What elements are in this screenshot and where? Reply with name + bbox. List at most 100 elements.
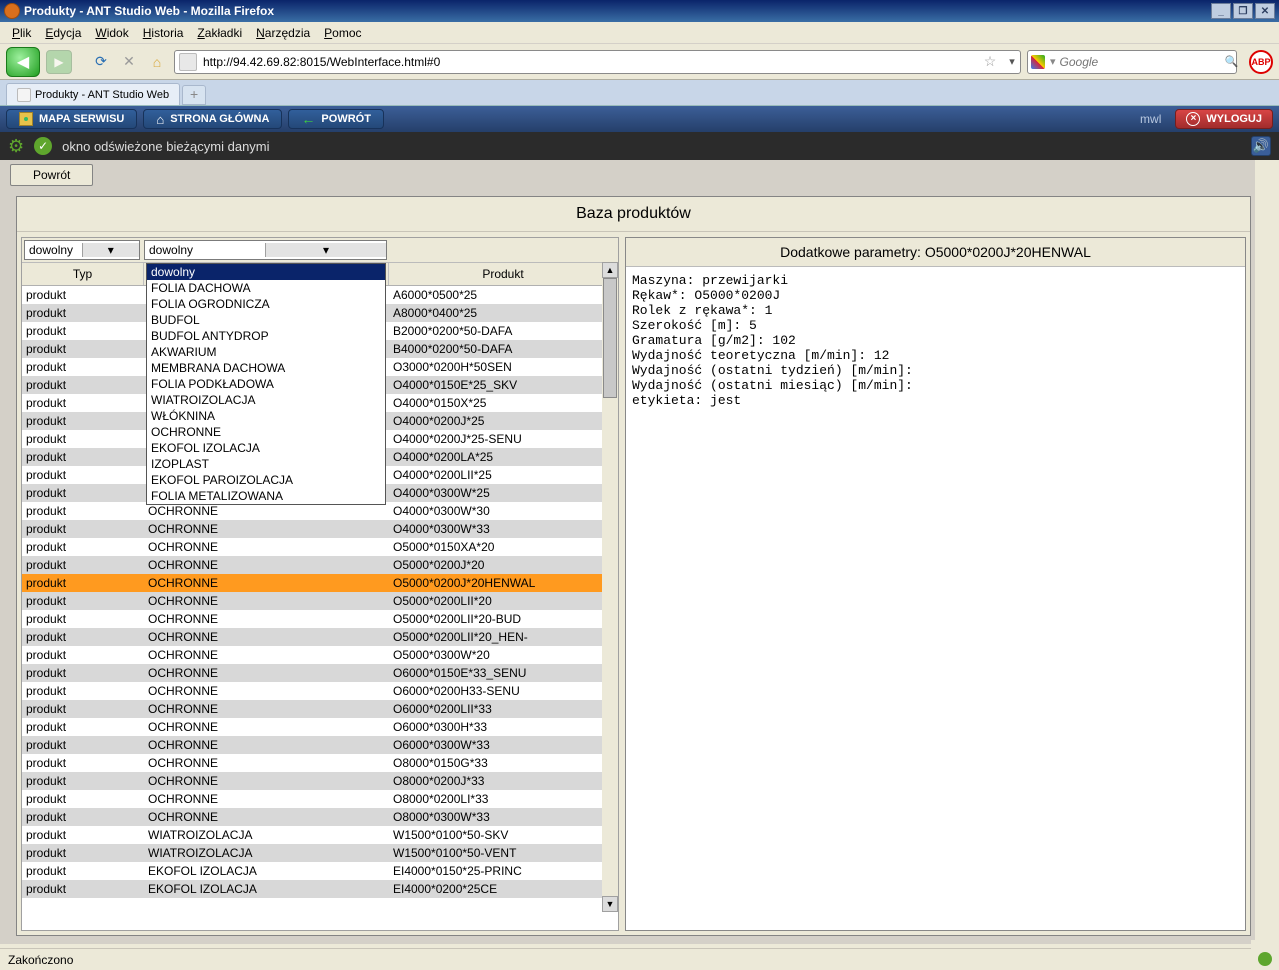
chevron-down-icon[interactable]: ▾ <box>265 243 386 257</box>
table-row[interactable]: produktOCHRONNEO6000*0300H*33 <box>22 718 618 736</box>
page-scrollbar[interactable] <box>1255 160 1279 940</box>
filter-typ-combo[interactable]: dowolny ▾ <box>24 240 140 260</box>
powrot-content-button[interactable]: Powrót <box>10 164 93 186</box>
scroll-down-icon[interactable]: ▼ <box>602 896 618 912</box>
table-row[interactable]: produktOCHRONNEO8000*0300W*33 <box>22 808 618 826</box>
close-button[interactable]: ✕ <box>1255 3 1275 19</box>
detail-line: Szerokość [m]: 5 <box>632 318 1239 333</box>
sitemap-icon <box>19 112 33 126</box>
detail-line: Maszyna: przewijarki <box>632 273 1239 288</box>
content-area: Powrót Baza produktów dowolny ▾ dowolny … <box>0 160 1255 940</box>
audio-icon[interactable]: 🔊 <box>1251 136 1271 156</box>
th-typ[interactable]: Typ <box>22 263 144 285</box>
dropdown-option[interactable]: OCHRONNE <box>147 424 385 440</box>
table-row[interactable]: produktEKOFOL IZOLACJAEI4000*0200*25CE <box>22 880 618 898</box>
powrot-button[interactable]: ← POWRÓT <box>288 109 384 129</box>
home-icon: ⌂ <box>156 112 164 127</box>
dropdown-option[interactable]: BUDFOL ANTYDROP <box>147 328 385 344</box>
dropdown-option[interactable]: EKOFOL IZOLACJA <box>147 440 385 456</box>
dropdown-option[interactable]: FOLIA METALIZOWANA <box>147 488 385 504</box>
adblock-icon[interactable]: ABP <box>1249 50 1273 74</box>
table-row[interactable]: produktOCHRONNEO5000*0200LII*20 <box>22 592 618 610</box>
details-body: Maszyna: przewijarkiRękaw*: O5000*0200JR… <box>626 267 1245 930</box>
table-row[interactable]: produktOCHRONNEO6000*0300W*33 <box>22 736 618 754</box>
search-dropdown-icon[interactable]: ▾ <box>1048 55 1058 68</box>
menu-historia[interactable]: Historia <box>137 24 190 42</box>
gear-icon[interactable]: ⚙ <box>8 136 24 157</box>
minimize-button[interactable]: _ <box>1211 3 1231 19</box>
strona-glowna-button[interactable]: ⌂ STRONA GŁÓWNA <box>143 109 282 129</box>
detail-line: Rękaw*: O5000*0200J <box>632 288 1239 303</box>
search-go-icon[interactable]: 🔍 <box>1219 55 1245 68</box>
address-bar[interactable]: ☆ ▾ <box>174 50 1021 74</box>
window-titlebar: Produkty - ANT Studio Web - Mozilla Fire… <box>0 0 1279 22</box>
back-button[interactable]: ◀ <box>6 47 40 77</box>
new-tab-button[interactable]: + <box>182 85 206 105</box>
mapa-serwisu-button[interactable]: MAPA SERWISU <box>6 109 137 129</box>
forward-button[interactable]: ▶ <box>46 50 72 74</box>
table-row[interactable]: produktOCHRONNEO8000*0200LI*33 <box>22 790 618 808</box>
logout-x-icon: × <box>1186 112 1200 126</box>
table-row[interactable]: produktOCHRONNEO6000*0150E*33_SENU <box>22 664 618 682</box>
bookmark-star-icon[interactable]: ☆ <box>976 53 1004 70</box>
table-row[interactable]: produktOCHRONNEO6000*0200H33-SENU <box>22 682 618 700</box>
status-strip: ⚙ ✓ okno odświeżone bieżącymi danymi 🔊 <box>0 132 1279 160</box>
stop-icon[interactable]: ✕ <box>118 51 140 73</box>
dropdown-option[interactable]: WŁÓKNINA <box>147 408 385 424</box>
tab-label: Produkty - ANT Studio Web <box>35 89 169 101</box>
home-icon[interactable]: ⌂ <box>146 51 168 73</box>
detail-line: Gramatura [g/m2]: 102 <box>632 333 1239 348</box>
table-row[interactable]: produktOCHRONNEO5000*0300W*20 <box>22 646 618 664</box>
table-vscroll[interactable]: ▲ ▼ <box>602 262 618 912</box>
dropdown-option[interactable]: FOLIA PODKŁADOWA <box>147 376 385 392</box>
details-title: Dodatkowe parametry: O5000*0200J*20HENWA… <box>626 238 1245 267</box>
table-row[interactable]: produktOCHRONNEO6000*0200LII*33 <box>22 700 618 718</box>
dropdown-option[interactable]: FOLIA OGRODNICZA <box>147 296 385 312</box>
url-input[interactable] <box>201 54 976 70</box>
detail-line: Wydajność teoretyczna [m/min]: 12 <box>632 348 1239 363</box>
table-row[interactable]: produktOCHRONNEO8000*0150G*33 <box>22 754 618 772</box>
menu-plik[interactable]: Plik <box>6 24 37 42</box>
app-banner: MAPA SERWISU ⌂ STRONA GŁÓWNA ← POWRÓT mw… <box>0 106 1279 132</box>
dropdown-option[interactable]: WIATROIZOLACJA <box>147 392 385 408</box>
dropdown-option-selected[interactable]: dowolny <box>147 264 385 280</box>
dropdown-option[interactable]: AKWARIUM <box>147 344 385 360</box>
tab-produkty[interactable]: Produkty - ANT Studio Web <box>6 83 180 105</box>
table-row[interactable]: produktWIATROIZOLACJAW1500*0100*50-VENT <box>22 844 618 862</box>
table-row[interactable]: produktOCHRONNEO5000*0200J*20HENWAL <box>22 574 618 592</box>
url-dropdown-icon[interactable]: ▾ <box>1004 55 1020 68</box>
menu-edycja[interactable]: Edycja <box>39 24 87 42</box>
check-icon: ✓ <box>34 137 52 155</box>
menu-pomoc[interactable]: Pomoc <box>318 24 367 42</box>
table-row[interactable]: produktOCHRONNEO5000*0200J*20 <box>22 556 618 574</box>
window-title: Produkty - ANT Studio Web - Mozilla Fire… <box>24 4 274 18</box>
menu-narzędzia[interactable]: Narzędzia <box>250 24 316 42</box>
wyloguj-button[interactable]: × WYLOGUJ <box>1175 109 1273 129</box>
arrow-left-icon: ← <box>301 111 315 127</box>
search-input[interactable] <box>1058 54 1219 70</box>
dropdown-option[interactable]: IZOPLAST <box>147 456 385 472</box>
chevron-down-icon[interactable]: ▾ <box>82 243 140 257</box>
table-row[interactable]: produktOCHRONNEO8000*0200J*33 <box>22 772 618 790</box>
google-icon[interactable] <box>1031 53 1045 71</box>
table-row[interactable]: produktOCHRONNEO4000*0300W*33 <box>22 520 618 538</box>
table-row[interactable]: produktOCHRONNEO5000*0200LII*20_HEN- <box>22 628 618 646</box>
filter-kategoria-combo[interactable]: dowolny ▾ <box>144 240 387 260</box>
search-box[interactable]: ▾ 🔍 <box>1027 50 1237 74</box>
th-produkt[interactable]: Produkt <box>389 263 618 285</box>
table-row[interactable]: produktEKOFOL IZOLACJAEI4000*0150*25-PRI… <box>22 862 618 880</box>
reload-icon[interactable]: ⟳ <box>90 51 112 73</box>
menu-widok[interactable]: Widok <box>89 24 134 42</box>
dropdown-option[interactable]: MEMBRANA DACHOWA <box>147 360 385 376</box>
table-row[interactable]: produktOCHRONNEO5000*0150XA*20 <box>22 538 618 556</box>
table-row[interactable]: produktWIATROIZOLACJAW1500*0100*50-SKV <box>22 826 618 844</box>
scroll-thumb[interactable] <box>603 278 617 398</box>
dropdown-option[interactable]: EKOFOL PAROIZOLACJA <box>147 472 385 488</box>
kategoria-dropdown[interactable]: dowolnyFOLIA DACHOWAFOLIA OGRODNICZABUDF… <box>146 263 386 505</box>
scroll-up-icon[interactable]: ▲ <box>602 262 618 278</box>
table-row[interactable]: produktOCHRONNEO5000*0200LII*20-BUD <box>22 610 618 628</box>
menu-zakładki[interactable]: Zakładki <box>191 24 248 42</box>
dropdown-option[interactable]: FOLIA DACHOWA <box>147 280 385 296</box>
dropdown-option[interactable]: BUDFOL <box>147 312 385 328</box>
restore-button[interactable]: ❐ <box>1233 3 1253 19</box>
